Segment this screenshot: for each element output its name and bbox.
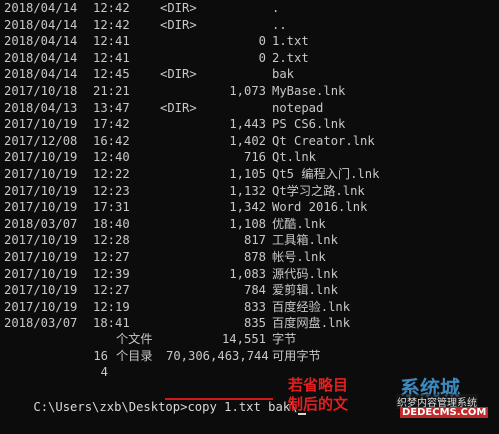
entry-name: PS CS6.lnk [272,117,346,132]
entry-name: 工具箱.lnk [272,233,338,248]
entry-name: 百度经验.lnk [272,299,351,314]
entry-name: MyBase.lnk [272,84,346,98]
listing-row: 2017/12/08 16:42 1,402 Qt Creator.lnk [0,133,499,150]
entry-size: 1,105 [229,167,266,181]
entry-name: notepad [272,100,324,115]
listing-row: 2018/03/07 18:40 1,108 优酷.lnk [0,216,499,233]
entry-size: 0 [258,34,266,49]
dirs-label: 个目录 [116,348,153,363]
entry-name: 帐号.lnk [272,250,326,264]
entry-size: 878 [243,250,266,264]
entry-name: 1.txt [272,34,309,49]
prompt-path: C:\Users\zxb\Desktop> [33,400,188,414]
listing-row: 2017/10/18 21:21 1,073 MyBase.lnk [0,83,499,100]
entry-name: Word 2016.lnk [272,200,368,215]
entry-size: 817 [243,233,266,248]
listing-row: 2017/10/19 12:19 833 百度经验.lnk [0,299,499,316]
listing-row: 2018/04/13 13:47 <DIR> notepad [0,100,499,117]
listing-row: 2017/10/19 17:42 1,443 PS CS6.lnk [0,116,499,133]
annotation-line-1: 若省略目 [288,376,349,394]
entry-size-box: 1,132 [0,183,266,200]
entry-size: 1,443 [229,117,266,132]
entry-size-box: 716 [0,149,266,166]
entry-size-box: 784 [0,282,266,299]
listing-row: 2017/10/19 12:23 1,132 Qt学习之路.lnk [0,183,499,200]
command-underline [165,398,273,400]
listing-row: 2017/10/19 17:31 1,342 Word 2016.lnk [0,199,499,216]
listing-row: 2017/10/19 12:40 716 Qt.lnk [0,149,499,166]
dirs-unit: 可用字节 [272,348,321,363]
summary-files: 16 个文件 14,551 字节 [0,331,296,363]
summary-dirs: 4 个目录 70,306,463,744 可用字节 [0,348,321,380]
entry-name: 爱剪辑.lnk [272,283,338,298]
entry-name: 百度网盘.lnk [272,316,351,331]
entry-size: 0 [258,50,266,65]
entry-name: .. [272,17,287,32]
listing-row: 2017/10/19 12:27 784 爱剪辑.lnk [0,282,499,299]
entry-size-box: 835 [0,315,266,332]
annotation-line-2: 制后的文 [288,395,349,413]
entry-size-box: 1,402 [0,133,266,150]
entry-size-box [0,66,266,83]
entry-name: 2.txt [272,50,309,65]
entry-size-box: 817 [0,232,266,249]
command-prompt[interactable]: C:\Users\zxb\Desktop>copy 1.txt bak\ [4,380,306,415]
entry-name: bak [272,67,295,82]
console-window[interactable]: 2018/04/14 12:42 <DIR>. 2018/04/14 12:42 <DIR… [0,0,499,421]
dirs-count: 4 [100,365,108,380]
entry-name: 优酷.lnk [272,216,326,231]
entry-name: Qt5 编程入门.lnk [272,167,380,181]
listing-row: 2017/10/19 12:27 878 帐号.lnk [0,249,499,266]
files-bytes: 14,551 [221,332,266,346]
entry-size-box: 1,083 [0,266,266,283]
entry-size: 784 [243,283,266,298]
entry-size-box: 833 [0,299,266,316]
files-unit: 字节 [272,332,297,346]
entry-size-box: 878 [0,249,266,266]
listing-row: 2018/04/14 12:41 0 2.txt [0,50,499,67]
annotation-text: 若省略目 制后的文 [288,376,348,414]
entry-size: 1,083 [229,266,266,281]
watermark: 系统城 织梦内容管理系统 DEDECMS.COM [396,372,499,421]
entry-size-box: 0 [0,50,266,67]
entry-size-box [0,17,266,34]
dirs-free: 70,306,463,744 [166,348,269,363]
entry-size: 1,342 [229,200,266,215]
entry-size-box: 1,108 [0,216,266,233]
entry-size-box: 0 [0,33,266,50]
entry-size: 1,108 [229,216,266,231]
files-label: 个文件 [116,332,153,346]
entry-size: 1,402 [229,133,266,148]
listing-row: 2017/10/19 12:39 1,083 源代码.lnk [0,266,499,283]
entry-size-box: 1,443 [0,116,266,133]
listing-row: 2017/10/19 12:28 817 工具箱.lnk [0,232,499,249]
listing-row: 2018/03/07 18:41 835 百度网盘.lnk [0,315,499,332]
entry-size-box: 1,105 [0,166,266,183]
listing-row: 2018/04/14 12:42 <DIR>. [0,0,499,17]
listing-row: 2018/04/14 12:42 <DIR>.. [0,17,499,34]
entry-size-box: 1,073 [0,83,266,100]
entry-size: 835 [243,316,266,331]
listing-row: 2018/04/14 12:45 <DIR> bak [0,66,499,83]
entry-size-box: 1,342 [0,199,266,216]
entry-name: 源代码.lnk [272,266,338,281]
entry-size-box [0,100,266,117]
watermark-site: DEDECMS.COM [400,407,489,418]
entry-size-box [0,0,266,17]
entry-size: 833 [243,299,266,314]
listing-row: 2018/04/14 12:41 0 1.txt [0,33,499,50]
prompt-command[interactable]: copy 1.txt bak\ [187,400,297,414]
entry-size: 1,073 [229,84,266,98]
entry-name: Qt Creator.lnk [272,133,375,148]
entry-size: 716 [243,150,266,165]
entry-name: . [272,1,280,15]
listing-row: 2017/10/19 12:22 1,105 Qt5 编程入门.lnk [0,166,499,183]
entry-name: Qt学习之路.lnk [272,183,365,198]
entry-size: 1,132 [229,183,266,198]
entry-name: Qt.lnk [272,150,317,165]
